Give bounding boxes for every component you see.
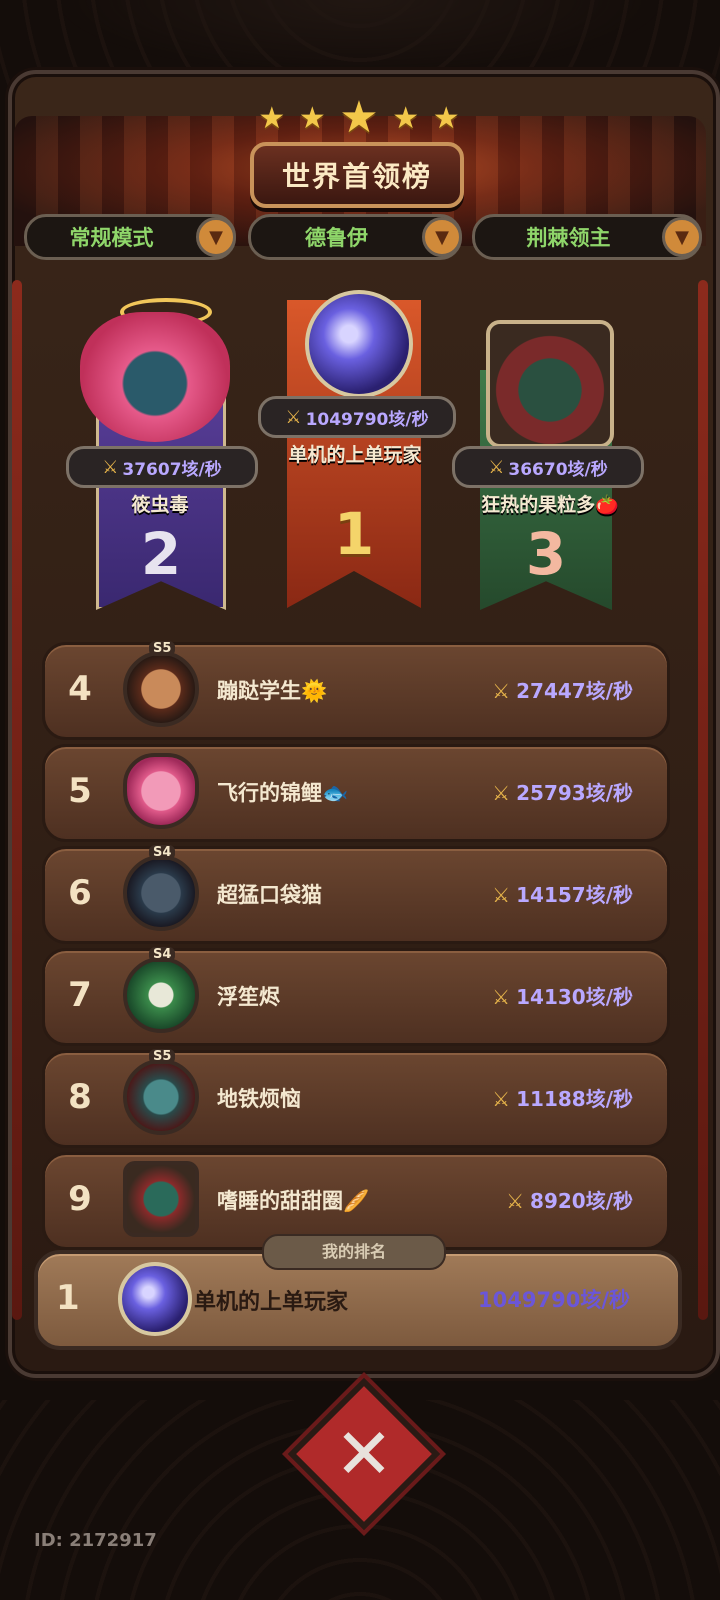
panel-frame-right [698, 280, 708, 1320]
season-badge: S5 [149, 641, 176, 656]
list-item[interactable]: 5 飞行的锦鲤🐟 ⚔ 25793垓/秒 [42, 744, 670, 842]
player-name: 超猛口袋猫 [217, 883, 322, 907]
player-name: 单机的上单玩家 [288, 444, 422, 466]
avatar[interactable] [123, 957, 199, 1033]
rank-number: 2 [140, 520, 182, 588]
swords-icon: ⚔ [492, 679, 511, 703]
avatar[interactable] [486, 320, 614, 448]
player-name: 筱虫毒 [131, 494, 189, 516]
player-name: 浮笙烬 [217, 985, 280, 1009]
mode-filter-dropdown[interactable]: 常规模式 ▼ [24, 214, 236, 260]
star-icon: ★ [339, 92, 381, 143]
list-item[interactable]: 4 S5 蹦跶学生🌞 ⚔ 27447垓/秒 [42, 641, 670, 740]
score-value: ⚔ 14157垓/秒 [492, 883, 633, 907]
rating-stars: ★ ★ ★ ★ ★ [0, 88, 720, 143]
dropdown-arrow-icon[interactable]: ▼ [196, 217, 236, 257]
season-badge: S4 [149, 947, 176, 962]
avatar[interactable] [123, 855, 199, 931]
swords-icon: ⚔ [285, 406, 302, 428]
score-value: ⚔ 25793垓/秒 [492, 781, 633, 805]
score-value: ⚔ 11188垓/秒 [492, 1087, 633, 1111]
dropdown-arrow-icon[interactable]: ▼ [422, 217, 462, 257]
page-title: 世界首领榜 [250, 142, 464, 208]
score-value: 1049790垓/秒 [305, 409, 429, 430]
swords-icon: ⚔ [492, 781, 511, 805]
boss-filter-label: 荆棘领主 [526, 226, 611, 250]
rank-number: 8 [68, 1077, 92, 1117]
rank-number: 6 [68, 873, 92, 913]
list-item[interactable]: 8 S5 地铁烦恼 ⚔ 11188垓/秒 [42, 1049, 670, 1148]
score-value: 37607垓/秒 [122, 459, 222, 480]
score-value: 36670垓/秒 [508, 459, 608, 480]
rank-number: 1 [56, 1278, 80, 1318]
player-id: ID: 2172917 [34, 1530, 157, 1551]
score-badge: ⚔ 37607垓/秒 [66, 446, 258, 488]
rank-number: 4 [68, 669, 92, 709]
swords-icon: ⚔ [488, 456, 505, 478]
avatar[interactable] [123, 753, 199, 829]
season-badge: S4 [149, 845, 176, 860]
panel-frame-left [12, 280, 22, 1320]
avatar[interactable] [123, 1059, 199, 1135]
boss-filter-dropdown[interactable]: 荆棘领主 ▼ [472, 214, 702, 260]
avatar[interactable] [305, 290, 413, 398]
star-icon: ★ [432, 101, 462, 136]
score-value: ⚔ 27447垓/秒 [492, 679, 633, 703]
score-value: ⚔ 14130垓/秒 [492, 985, 633, 1009]
avatar[interactable] [123, 651, 199, 727]
list-item[interactable]: 6 S4 超猛口袋猫 ⚔ 14157垓/秒 [42, 845, 670, 944]
class-filter-dropdown[interactable]: 德鲁伊 ▼ [248, 214, 462, 260]
swords-icon: ⚔ [102, 456, 119, 478]
rank-number: 9 [68, 1179, 92, 1219]
score-badge: ⚔ 1049790垓/秒 [258, 396, 456, 438]
filter-bar: 常规模式 ▼ 德鲁伊 ▼ 荆棘领主 ▼ [24, 214, 702, 260]
score-value: 1049790垓/秒 [478, 1288, 630, 1312]
swords-icon: ⚔ [492, 883, 511, 907]
my-rank-tag: 我的排名 [262, 1234, 446, 1270]
mode-filter-label: 常规模式 [69, 226, 154, 250]
star-icon: ★ [258, 101, 288, 136]
swords-icon: ⚔ [492, 985, 511, 1009]
score-badge: ⚔ 36670垓/秒 [452, 446, 644, 488]
swords-icon: ⚔ [492, 1087, 511, 1111]
rank-number: 1 [333, 500, 375, 568]
player-name: 地铁烦恼 [217, 1087, 301, 1111]
rank-number: 3 [525, 520, 567, 588]
rank-number: 5 [68, 771, 92, 811]
player-name: 嗜睡的甜甜圈🥖 [217, 1189, 370, 1213]
swords-icon: ⚔ [506, 1189, 525, 1213]
avatar[interactable] [123, 1161, 199, 1237]
player-name: 狂热的果粒多🍅 [481, 494, 619, 516]
star-icon: ★ [298, 101, 328, 136]
player-name: 飞行的锦鲤🐟 [217, 781, 349, 805]
season-badge: S5 [149, 1049, 176, 1064]
list-item[interactable]: 7 S4 浮笙烬 ⚔ 14130垓/秒 [42, 947, 670, 1046]
dropdown-arrow-icon[interactable]: ▼ [662, 217, 702, 257]
player-name: 单机的上单玩家 [194, 1290, 349, 1315]
star-icon: ★ [392, 101, 422, 136]
avatar[interactable] [118, 1262, 192, 1336]
class-filter-label: 德鲁伊 [305, 226, 368, 250]
player-name: 蹦跶学生🌞 [217, 679, 328, 703]
close-icon: ✕ [334, 1413, 394, 1495]
avatar[interactable] [80, 312, 230, 442]
rank-number: 7 [68, 975, 92, 1015]
score-value: ⚔ 8920垓/秒 [506, 1189, 633, 1213]
